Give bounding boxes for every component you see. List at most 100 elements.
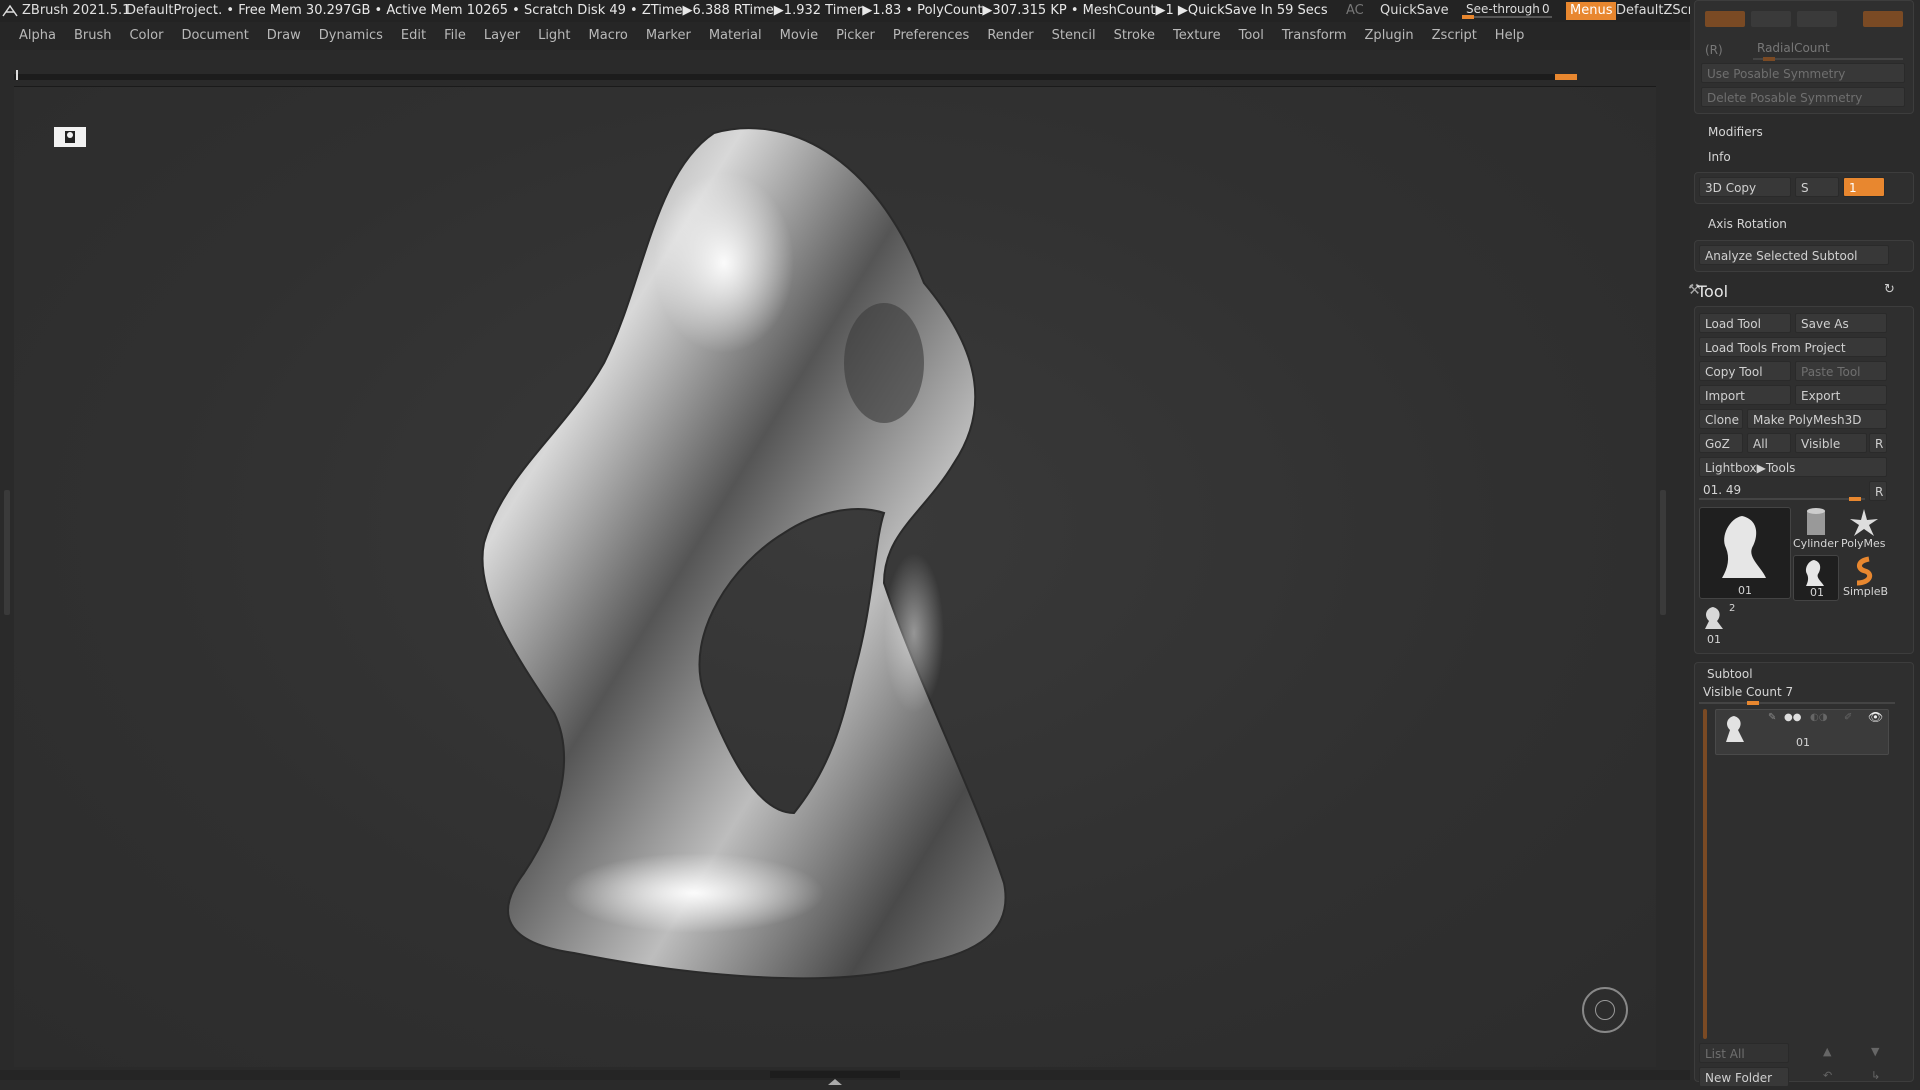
tool-slider-label: 01. 49 <box>1703 483 1742 497</box>
export-button[interactable]: Export <box>1795 385 1887 405</box>
new-folder-button[interactable]: New Folder <box>1699 1067 1789 1087</box>
ac-label[interactable]: AC <box>1346 0 1364 22</box>
zbrush-logo-icon <box>2 4 18 18</box>
tool-palette-title[interactable]: Tool <box>1697 282 1728 301</box>
make-polymesh3d-button[interactable]: Make PolyMesh3D <box>1747 409 1887 429</box>
timeline-ruler[interactable] <box>14 70 1577 80</box>
load-tools-from-project-button[interactable]: Load Tools From Project <box>1699 337 1887 357</box>
menu-movie[interactable]: Movie <box>771 22 827 50</box>
menu-file[interactable]: File <box>435 22 475 50</box>
polymesh-tool-thumbnail[interactable]: PolyMes <box>1841 507 1887 551</box>
navigation-gizmo-icon[interactable] <box>1582 987 1628 1033</box>
tool-slider-r-button[interactable]: R <box>1869 481 1887 501</box>
menu-document[interactable]: Document <box>172 22 257 50</box>
axis-rotation-subpalette[interactable]: Axis Rotation <box>1708 217 1787 231</box>
canvas-viewport[interactable] <box>14 86 1656 1067</box>
project-name[interactable]: DefaultProject <box>126 0 218 22</box>
visible-count-label: Visible Count 7 <box>1703 685 1794 699</box>
list-all-button[interactable]: List All <box>1699 1043 1789 1063</box>
3d-model-render[interactable] <box>454 113 1154 1033</box>
menu-macro[interactable]: Macro <box>580 22 637 50</box>
symmetry-axis-buttons[interactable] <box>1705 11 1905 27</box>
use-posable-symmetry-button[interactable]: Use Posable Symmetry <box>1701 63 1905 83</box>
subtool-polyframe-icon[interactable]: ◐◑ <box>1810 712 1827 723</box>
goz-button[interactable]: GoZ <box>1699 433 1743 453</box>
tool-selector-slider[interactable]: 01. 49 <box>1699 481 1865 501</box>
save-as-button[interactable]: Save As <box>1795 313 1887 333</box>
subtool-dynamesh-icon[interactable]: ●● <box>1784 712 1801 723</box>
menu-preferences[interactable]: Preferences <box>884 22 978 50</box>
goz-r-button[interactable]: R <box>1869 433 1887 453</box>
quicksave-button[interactable]: QuickSave <box>1380 0 1449 22</box>
lightbox-tools-button[interactable]: Lightbox▶Tools <box>1699 457 1887 477</box>
menu-zscript[interactable]: Zscript <box>1423 22 1486 50</box>
menu-stencil[interactable]: Stencil <box>1043 22 1105 50</box>
polymesh-star-icon <box>1850 509 1878 536</box>
menu-render[interactable]: Render <box>978 22 1042 50</box>
menu-draw[interactable]: Draw <box>258 22 310 50</box>
menu-dynamics[interactable]: Dynamics <box>310 22 392 50</box>
paste-tool-button[interactable]: Paste Tool <box>1795 361 1887 381</box>
subtool-scrollbar[interactable] <box>1703 709 1707 1039</box>
seethrough-bar <box>1462 16 1552 18</box>
menu-help[interactable]: Help <box>1486 22 1534 50</box>
current-tool-thumbnail[interactable]: 01 <box>1699 507 1791 599</box>
folder-up-icon[interactable]: ↶ <box>1823 1069 1832 1082</box>
subtool-eye-icon[interactable]: 👁 <box>1868 710 1883 724</box>
simplebrush-tool-thumbnail[interactable]: SimpleB <box>1841 555 1888 599</box>
menu-light[interactable]: Light <box>529 22 579 50</box>
folder-down-icon[interactable]: ↳ <box>1871 1069 1880 1082</box>
menu-tool[interactable]: Tool <box>1230 22 1273 50</box>
info-subpalette[interactable]: Info <box>1708 150 1731 164</box>
delete-posable-symmetry-button[interactable]: Delete Posable Symmetry <box>1701 87 1905 107</box>
subtool-brush-icon[interactable]: ✎ <box>1768 712 1776 723</box>
tool-thumb-label: 01 <box>1738 584 1752 597</box>
cylinder-tool-thumbnail[interactable]: Cylinder <box>1793 507 1839 551</box>
clone-button[interactable]: Clone <box>1699 409 1743 429</box>
radialcount-slider[interactable]: RadialCount <box>1753 41 1903 61</box>
subtool-title[interactable]: Subtool <box>1707 667 1753 681</box>
tiny-tool-thumbnail[interactable]: 2 01 <box>1699 603 1739 647</box>
menu-material[interactable]: Material <box>700 22 771 50</box>
analyze-selected-subtool-button[interactable]: Analyze Selected Subtool <box>1699 245 1889 265</box>
move-up-icon[interactable]: ▲ <box>1823 1045 1831 1058</box>
subtool-panel: Subtool Visible Count 7 ✎ ●● ◐◑ ✐ 👁 01 L… <box>1694 662 1914 1087</box>
tool-thumb-shape-icon <box>1722 516 1766 578</box>
menu-zplugin[interactable]: Zplugin <box>1356 22 1423 50</box>
menu-edit[interactable]: Edit <box>392 22 435 50</box>
bottom-tray-handle[interactable] <box>770 1071 900 1085</box>
menu-texture[interactable]: Texture <box>1164 22 1230 50</box>
tool-panel: Load Tool Save As Load Tools From Projec… <box>1694 306 1914 654</box>
right-tray-handle[interactable] <box>1660 490 1666 615</box>
analyze-panel: Analyze Selected Subtool <box>1694 240 1914 272</box>
subtool-item-label: 01 <box>1796 736 1810 749</box>
menu-color[interactable]: Color <box>120 22 172 50</box>
menu-stroke[interactable]: Stroke <box>1105 22 1164 50</box>
goz-visible-button[interactable]: Visible <box>1795 433 1867 453</box>
import-button[interactable]: Import <box>1699 385 1791 405</box>
menu-transform[interactable]: Transform <box>1273 22 1356 50</box>
copy-tool-button[interactable]: Copy Tool <box>1699 361 1791 381</box>
3d-copy-button[interactable]: 3D Copy <box>1699 177 1791 197</box>
subtool-pencil-icon[interactable]: ✐ <box>1844 712 1852 723</box>
3d-copy-s-button[interactable]: S <box>1795 177 1839 197</box>
menus-toggle[interactable]: Menus <box>1566 2 1617 20</box>
menu-picker[interactable]: Picker <box>827 22 884 50</box>
subtool-list-item[interactable]: ✎ ●● ◐◑ ✐ 👁 01 <box>1715 709 1889 755</box>
timeline-marker[interactable] <box>1555 74 1577 80</box>
menu-layer[interactable]: Layer <box>475 22 529 50</box>
refresh-icon[interactable]: ↻ <box>1884 282 1895 297</box>
menu-marker[interactable]: Marker <box>637 22 700 50</box>
menu-brush[interactable]: Brush <box>65 22 121 50</box>
load-tool-button[interactable]: Load Tool <box>1699 313 1791 333</box>
modifiers-subpalette[interactable]: Modifiers <box>1708 125 1763 139</box>
visible-count-slider[interactable]: Visible Count 7 <box>1699 685 1895 705</box>
menu-alpha[interactable]: Alpha <box>10 22 65 50</box>
3d-copy-value[interactable]: 1 <box>1843 177 1885 197</box>
left-tray-handle[interactable] <box>4 490 10 615</box>
move-down-icon[interactable]: ▼ <box>1871 1045 1879 1058</box>
small-tool-thumbnail[interactable]: 01 <box>1793 555 1839 601</box>
radial-r-label: (R) <box>1705 43 1723 57</box>
camera-icon[interactable] <box>54 127 86 147</box>
goz-all-button[interactable]: All <box>1747 433 1791 453</box>
